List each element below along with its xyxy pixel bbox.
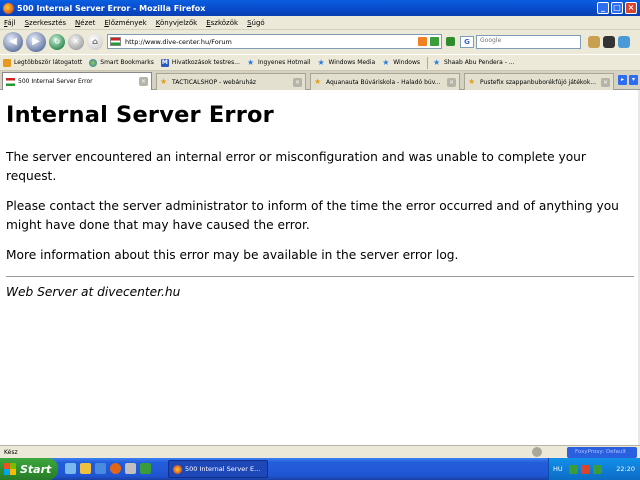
app-icon[interactable] [140,463,151,474]
minimize-button[interactable]: _ [597,2,609,14]
menu-file[interactable]: Fájl [4,19,16,27]
tab-scroll-right-icon[interactable]: ▸ [618,75,627,85]
ie-icon[interactable] [95,463,106,474]
bookmark-item[interactable]: Legtöbbször látogatott [3,58,82,67]
menu-tools[interactable]: Eszközök [206,19,238,27]
status-text: Kész [4,448,18,456]
proxy-status[interactable]: FoxyProxy: Default [567,447,637,458]
page-title: Internal Server Error [6,102,274,128]
star-icon: ★ [468,77,476,86]
search-engine-icon[interactable]: G [460,36,474,48]
tray-icon[interactable] [580,464,590,474]
firefox-icon [173,464,182,474]
star-icon: ★ [246,57,255,67]
folder-icon [3,58,11,67]
bookmark-star-icon[interactable] [430,37,439,46]
search-box[interactable] [476,35,581,49]
globe-icon[interactable] [618,36,630,48]
url-input[interactable] [125,37,405,46]
menu-history[interactable]: Előzmények [104,19,146,27]
forward-button[interactable]: ▶ [26,32,46,52]
tab-close-icon[interactable]: × [447,78,456,87]
tab-close-icon[interactable]: × [293,78,302,87]
window-titlebar: 500 Internal Server Error - Mozilla Fire… [0,0,640,16]
address-bar[interactable] [107,34,442,49]
bookmark-item[interactable]: Smart Bookmarks [89,58,154,67]
go-button[interactable] [446,37,455,46]
menu-edit[interactable]: Szerkesztés [25,19,66,27]
tray-icon[interactable] [568,464,578,474]
menu-view[interactable]: Nézet [75,19,95,27]
error-paragraph: More information about this error may be… [6,248,459,262]
divider [6,276,634,277]
menu-bar: Fájl Szerkesztés Nézet Előzmények Könyvj… [0,16,640,30]
star-icon: ★ [314,77,322,86]
system-tray: HU 22:20 [548,458,640,480]
home-button[interactable]: ⌂ [87,34,103,50]
star-icon: ★ [317,57,325,67]
folder-icon[interactable] [80,463,91,474]
navigation-toolbar: ◀ ▶ ↻ ✕ ⌂ G [0,30,640,54]
tab-list-icon[interactable]: ▾ [629,75,638,85]
tab[interactable]: ★ Aquanauta Búváriskola - Haladó búv... … [310,73,460,90]
menu-help[interactable]: Súgó [247,19,265,27]
tab[interactable]: ★ TACTICALSHOP - webáruház × [156,73,306,90]
close-button[interactable]: × [625,2,637,14]
tab-close-icon[interactable]: × [139,77,148,86]
bookmark-separator [427,56,429,69]
menu-bookmarks[interactable]: Könyvjelzők [156,19,197,27]
maximize-button[interactable]: □ [611,2,623,14]
taskbar-item-firefox[interactable]: 500 Internal Server E... [168,460,268,478]
status-bar: Kész FoxyProxy: Default [0,445,640,458]
windows-logo-icon [4,463,16,475]
bookmark-item[interactable]: ★ Shaab Abu Pendera - ... [433,57,515,67]
window-title: 500 Internal Server Error - Mozilla Fire… [17,3,206,13]
tab-active[interactable]: 500 Internal Server Error × [2,72,152,90]
hotmail-icon: M [160,58,169,67]
star-icon: ★ [160,77,168,86]
server-signature: Web Server at divecenter.hu [6,285,181,299]
tray-icon[interactable] [592,464,602,474]
error-paragraph: The server encountered an internal error… [6,150,586,183]
quick-launch [65,463,151,474]
tab-bar: 500 Internal Server Error × ★ TACTICALSH… [0,71,640,90]
show-desktop-icon[interactable] [65,463,76,474]
bookmark-item[interactable]: ★ Windows [382,57,420,67]
site-favicon [110,37,121,46]
star-icon: ★ [382,57,390,67]
clock: 22:20 [616,465,635,473]
tab-favicon [6,77,15,86]
paw-icon[interactable] [603,36,615,48]
bookmark-item[interactable]: M Hivatkozások testres... [160,58,240,67]
language-indicator[interactable]: HU [553,465,563,473]
firefox-icon[interactable] [110,463,121,474]
taskbar: Start 500 Internal Server E... HU 22:20 [0,458,640,480]
tab[interactable]: ★ Pustefix szappanbuborékfújó játékok...… [464,73,614,90]
gear-icon[interactable] [532,447,542,457]
page-content: Internal Server Error The server encount… [0,90,640,445]
start-button[interactable]: Start [0,458,58,480]
bookmark-item[interactable]: ★ Ingyenes Hotmail [246,57,311,67]
error-paragraph: Please contact the server administrator … [6,199,619,232]
back-button[interactable]: ◀ [3,32,23,52]
app-icon[interactable] [125,463,136,474]
bookmark-item[interactable]: ★ Windows Media [317,57,376,67]
search-input[interactable] [477,37,572,44]
star-icon: ★ [433,57,441,67]
tab-close-icon[interactable]: × [601,78,610,87]
bookmarks-toolbar: Legtöbbször látogatott Smart Bookmarks M… [0,54,640,71]
window-controls: _ □ × [597,2,637,14]
reload-button[interactable]: ↻ [49,34,65,50]
firefox-icon [3,2,14,14]
addon-icon[interactable] [588,36,600,48]
stop-button[interactable]: ✕ [68,34,84,50]
globe-icon [89,58,98,67]
rss-icon[interactable] [418,37,427,46]
tab-scroll-controls: ▸ ▾ [618,75,638,85]
